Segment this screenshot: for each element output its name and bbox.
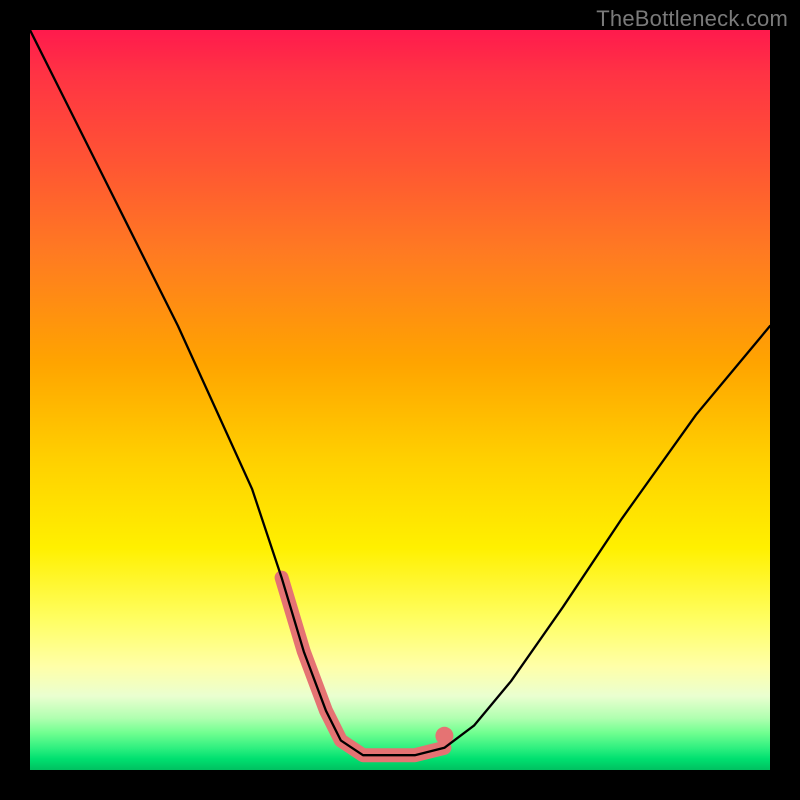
bottleneck-curve — [30, 30, 770, 755]
chart-svg — [30, 30, 770, 770]
chart-frame: TheBottleneck.com — [0, 0, 800, 800]
plot-area — [30, 30, 770, 770]
accent-layer — [282, 578, 454, 756]
accent-segment — [282, 578, 445, 756]
watermark-text: TheBottleneck.com — [596, 6, 788, 32]
